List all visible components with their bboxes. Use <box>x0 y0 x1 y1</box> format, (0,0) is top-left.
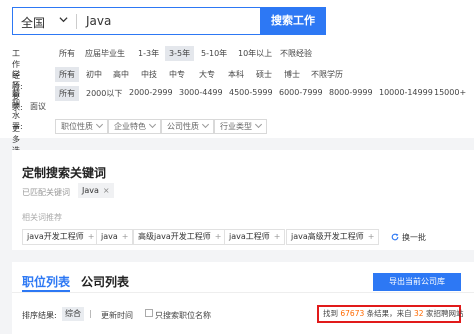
filter-option[interactable]: 5-10年 <box>197 46 231 61</box>
filter-option[interactable]: 中技 <box>137 67 161 82</box>
filter-option[interactable]: 本科 <box>224 67 248 82</box>
sort-option[interactable]: 更新时间 <box>101 310 133 321</box>
chevron-down-icon <box>254 120 263 129</box>
summary-prefix: 找到 <box>323 309 341 318</box>
related-keyword[interactable]: java + <box>96 229 134 245</box>
dropdown-label: 企业特色 <box>114 122 146 131</box>
tab-divider <box>12 292 474 293</box>
chevron-down-icon[interactable] <box>59 15 68 24</box>
filter-option[interactable]: 中专 <box>165 67 189 82</box>
related-keyword[interactable]: 高级java开发工程师 + <box>133 229 227 245</box>
filter-option[interactable]: 硕士 <box>252 67 276 82</box>
related-keyword[interactable]: java工程师 + <box>224 229 286 245</box>
plus-icon: + <box>87 232 95 241</box>
dropdown-label: 行业类型 <box>220 122 252 131</box>
dropdown-industry[interactable]: 行业类型 <box>214 119 267 134</box>
chevron-down-icon <box>95 120 104 129</box>
related-keyword-text: java <box>101 232 118 241</box>
search-panel: 全国 Java 搜索工作 工作经验: 所有 应届毕业生 1-3年 3-5年 5-… <box>0 0 474 166</box>
filter-option-selected[interactable]: 所有 <box>55 86 79 101</box>
site-count: 32 <box>414 309 424 318</box>
related-keyword[interactable]: java高级开发工程师 + <box>286 229 380 245</box>
filter-option-selected[interactable]: 3-5年 <box>165 46 195 61</box>
related-label: 相关词推荐 <box>22 213 62 222</box>
related-keyword-text: java工程师 <box>229 232 270 241</box>
related-keyword-text: java高级开发工程师 <box>291 232 364 241</box>
tab-companies[interactable]: 公司列表 <box>81 273 129 290</box>
checkbox-label: 只搜索职位名称 <box>155 311 211 320</box>
result-count: 67673 <box>340 309 365 318</box>
filter-option[interactable]: 4500-5999 <box>225 86 277 99</box>
filter-option[interactable]: 面议 <box>26 99 50 114</box>
filter-option[interactable]: 10年以上 <box>234 46 276 61</box>
related-keyword[interactable]: java开发工程师 + <box>22 229 100 245</box>
custom-keywords-title: 定制搜索关键词 <box>22 166 107 180</box>
summary-suffix: 家招聘网站 <box>423 309 464 318</box>
filter-option[interactable]: 2000-2999 <box>125 86 177 99</box>
search-button[interactable]: 搜索工作 <box>260 7 326 35</box>
plus-icon: + <box>273 232 281 241</box>
sort-label: 排序结果: <box>22 311 57 320</box>
results-card: 职位列表 公司列表 导出当前公司库 排序结果: 综合 | 更新时间 只搜索职位名… <box>12 262 474 334</box>
search-bar: 全国 Java <box>12 7 260 35</box>
plus-icon: + <box>121 232 129 241</box>
sort-separator: | <box>89 309 92 318</box>
result-summary: 找到 67673 条结果，来自 32 家招聘网站 <box>317 305 464 323</box>
filter-option[interactable]: 6000-7999 <box>275 86 327 99</box>
filter-option[interactable]: 大专 <box>195 67 219 82</box>
chevron-down-icon <box>148 120 157 129</box>
filter-option[interactable]: 3000-4499 <box>175 86 227 99</box>
dropdown-company-type[interactable]: 公司性质 <box>161 119 214 134</box>
chevron-down-icon <box>201 120 210 129</box>
filter-option[interactable]: 博士 <box>280 67 304 82</box>
search-input[interactable]: Java <box>86 14 111 28</box>
filter-option[interactable]: 应届毕业生 <box>81 46 129 61</box>
filter-option[interactable]: 初中 <box>82 67 106 82</box>
summary-middle: 条结果，来自 <box>364 309 415 318</box>
filter-option[interactable]: 8000-9999 <box>325 86 377 99</box>
related-keyword-text: 高级java开发工程师 <box>138 232 211 241</box>
plus-icon: + <box>367 232 375 241</box>
dropdown-job-type[interactable]: 职位性质 <box>55 119 108 134</box>
filter-option[interactable]: 1-3年 <box>134 46 163 61</box>
filter-option[interactable]: 高中 <box>109 67 133 82</box>
matched-label: 已匹配关键词 <box>22 188 70 197</box>
custom-keywords-card: 定制搜索关键词 已匹配关键词 Java × 相关词推荐 java开发工程师 + ja… <box>12 150 474 250</box>
export-company-button[interactable]: 导出当前公司库 <box>373 273 461 291</box>
tab-positions[interactable]: 职位列表 <box>22 273 70 290</box>
filter-option-selected[interactable]: 所有 <box>55 67 79 82</box>
plus-icon: + <box>214 232 222 241</box>
city-selector[interactable]: 全国 <box>21 14 45 31</box>
title-only-checkbox[interactable] <box>145 309 153 317</box>
matched-keyword-text: Java <box>82 186 99 195</box>
close-icon[interactable]: × <box>103 186 110 195</box>
sort-option-selected[interactable]: 综合 <box>62 307 84 321</box>
search-divider <box>76 14 77 29</box>
refresh-label: 换一批 <box>402 233 426 242</box>
filter-option[interactable]: 不限学历 <box>307 67 347 82</box>
filter-option[interactable]: 10000-14999 <box>375 86 437 99</box>
dropdown-label: 职位性质 <box>61 122 93 131</box>
related-keyword-text: java开发工程师 <box>27 232 84 241</box>
matched-keyword-tag: Java × <box>78 183 114 198</box>
refresh-button[interactable]: 换一批 <box>391 232 426 243</box>
filter-option[interactable]: 所有 <box>55 46 79 61</box>
filter-option[interactable]: 不限经验 <box>276 46 316 61</box>
dropdown-label: 公司性质 <box>167 122 199 131</box>
refresh-icon <box>391 233 399 241</box>
filter-option[interactable]: 15000+ <box>430 86 470 99</box>
filter-option[interactable]: 2000以下 <box>82 86 126 101</box>
dropdown-company-feature[interactable]: 企业特色 <box>108 119 161 134</box>
